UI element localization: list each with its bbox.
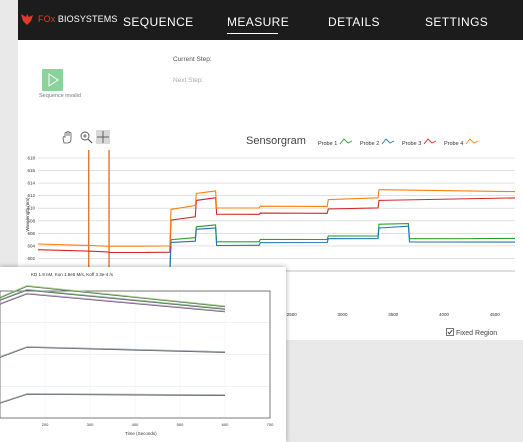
nav-tab-details[interactable]: DETAILS [328, 15, 380, 29]
x-tick-label: 300 [87, 422, 94, 427]
fixed-region-checkbox[interactable]: Fixed Region [446, 328, 497, 337]
legend-label: Probe 2 [360, 141, 380, 147]
legend-swatch [381, 138, 394, 145]
y-tick-label: 604 [27, 243, 35, 248]
nav-tab-measure[interactable]: MEASURE [227, 15, 289, 29]
x-tick-label: 4000 [439, 312, 450, 317]
x-tick-label: 3000 [337, 312, 348, 317]
x-tick-label: 500 [177, 422, 184, 427]
current-step-label: Current Step: [173, 56, 212, 63]
y-tick-label: 618 [27, 156, 35, 161]
y-axis-title: Wavelength (nm) [25, 197, 30, 232]
legend-label: Probe 3 [402, 141, 422, 147]
legend-label: Probe 1 [318, 141, 338, 147]
legend-probe-3[interactable]: Probe 3 [402, 138, 437, 147]
top-navigation-bar: FOx BIOSYSTEMS SEQUENCE MEASURE DETAILS … [18, 0, 523, 40]
fixed-region-label: Fixed Region [455, 330, 498, 337]
nav-tab-sequence[interactable]: SEQUENCE [123, 15, 194, 29]
legend-swatch [465, 138, 478, 145]
y-tick-label: 612 [27, 193, 35, 198]
fit-curve [0, 286, 226, 308]
fit-curve [0, 289, 226, 310]
x-tick-label: 4500 [490, 312, 501, 317]
fit-curve [0, 394, 226, 404]
nav-tab-settings[interactable]: SETTINGS [425, 15, 488, 29]
sensorgram-title: Sensorgram [246, 135, 306, 147]
pan-hand-icon[interactable] [60, 130, 74, 144]
x-tick-label: 600 [222, 422, 229, 427]
legend-probe-4[interactable]: Probe 4 [444, 138, 479, 147]
x-tick-label: 2500 [287, 312, 298, 317]
sequence-status-text: Sequence invalid [39, 93, 81, 99]
kinetics-fit-chart[interactable]: 200 300 400 500 600 700 [0, 285, 286, 431]
brand-prefix: FOx [38, 14, 56, 24]
run-sequence-button[interactable] [42, 69, 63, 91]
y-tick-label: 614 [27, 181, 35, 186]
legend-swatch [423, 138, 436, 145]
zoom-icon[interactable] [79, 130, 93, 144]
inset-x-axis-title: Time (Seconds) [125, 431, 157, 436]
next-step-label: Next Step: [173, 77, 204, 84]
active-tab-underline [227, 33, 278, 34]
x-tick-label: 3500 [388, 312, 399, 317]
fox-logo-icon [21, 14, 33, 25]
x-tick-label: 200 [42, 422, 49, 427]
crosshair-icon[interactable] [96, 130, 110, 144]
y-tick-label: 616 [27, 168, 35, 173]
legend-swatch [339, 138, 352, 145]
legend-probe-2[interactable]: Probe 2 [360, 138, 395, 147]
checkbox-checked-icon [446, 328, 454, 336]
fit-result-text: KD 1.9 nM, Kon 1.8e5 M/s, Koff 3.3e-4 /s [31, 272, 113, 277]
x-tick-label: 400 [132, 422, 139, 427]
x-tick-label: 700 [267, 422, 274, 427]
kinetics-fit-panel: KD 1.9 nM, Kon 1.8e5 M/s, Koff 3.3e-4 /s… [0, 267, 286, 442]
legend-probe-1[interactable]: Probe 1 [318, 138, 353, 147]
legend-label: Probe 4 [444, 141, 464, 147]
brand-suffix: BIOSYSTEMS [55, 14, 118, 24]
y-tick-label: 602 [27, 256, 35, 261]
brand-logo[interactable]: FOx BIOSYSTEMS [38, 14, 117, 24]
play-icon [48, 73, 59, 87]
